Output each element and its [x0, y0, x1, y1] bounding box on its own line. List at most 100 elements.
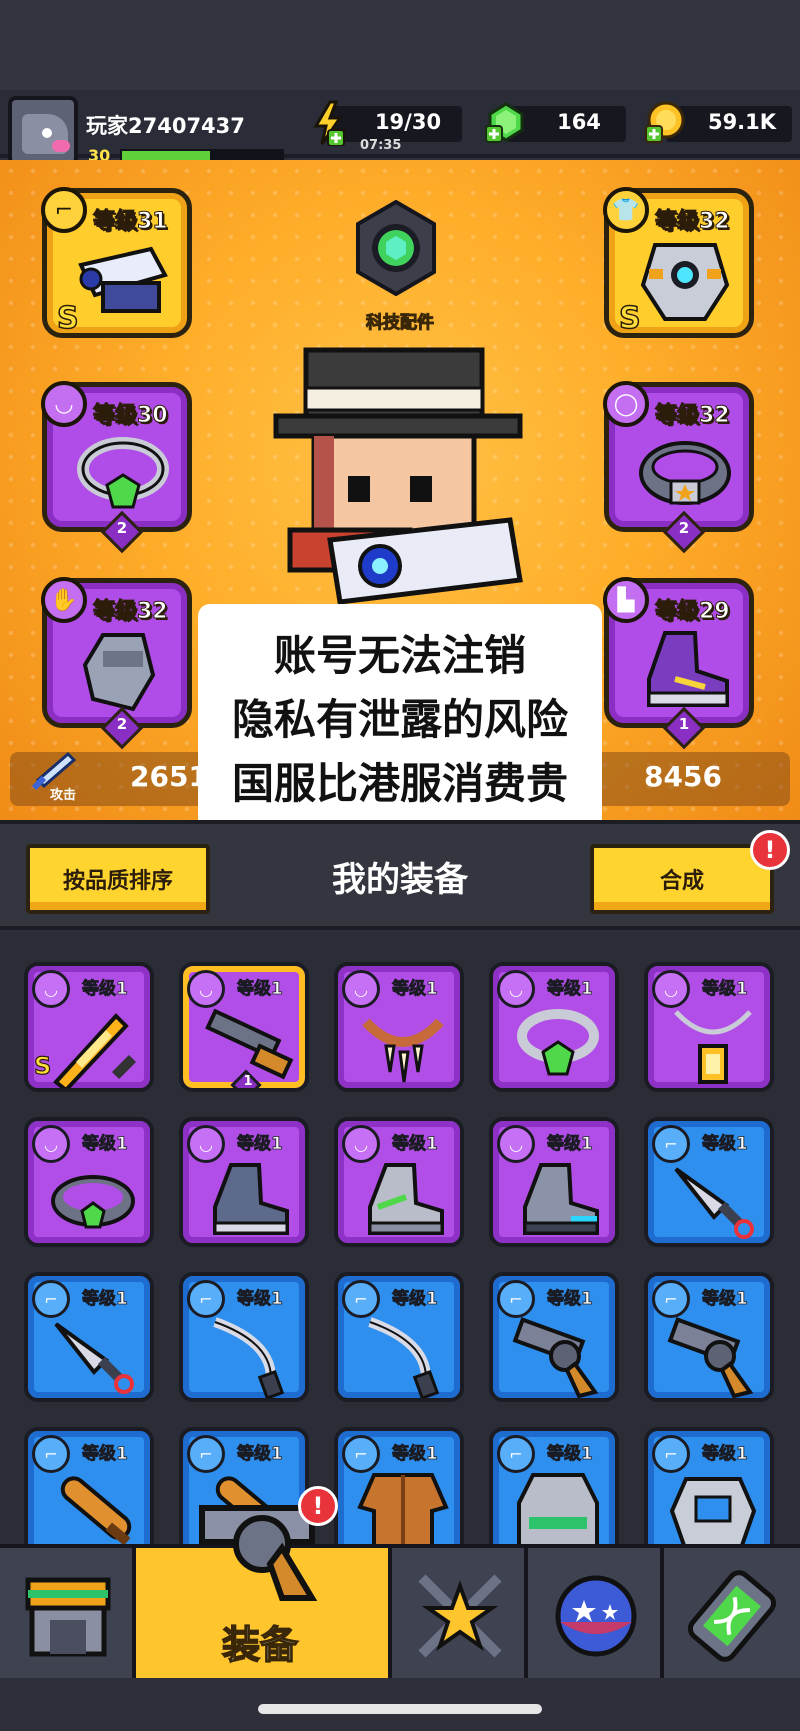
inventory-item-leather-jacket[interactable]: ⌐ 等级1	[334, 1427, 464, 1557]
dna-capsule-icon	[687, 1570, 777, 1662]
equipment-alert-badge: !	[298, 1486, 338, 1526]
shop-icon	[25, 1577, 111, 1657]
gem-ring-icon	[77, 437, 169, 509]
caption-line-3: 国服比港服消费贵	[231, 759, 568, 808]
hero-character[interactable]	[270, 340, 530, 640]
inventory-item-boots-green[interactable]: ◡ 等级1	[334, 1117, 464, 1247]
gear-slot-boots[interactable]: ▙ 等级29 1	[603, 577, 754, 750]
player-avatar[interactable]	[8, 96, 78, 166]
star-globe-icon	[555, 1575, 637, 1657]
inventory-item-revolver[interactable]: ⌐ 等级1	[644, 1272, 774, 1402]
boots-blue-icon	[523, 1163, 599, 1235]
item-level: 等级1	[392, 1289, 439, 1310]
inventory-item-sword[interactable]: ◡ 等级1 S	[24, 962, 154, 1092]
item-level: 等级1	[702, 1134, 749, 1155]
bat-icon	[60, 1476, 132, 1546]
item-level: 等级1	[547, 1134, 594, 1155]
inventory-item-gem-belt[interactable]: ◡ 等级1	[24, 1117, 154, 1247]
mech-armor-icon	[640, 243, 730, 321]
coins-value: 59.1K	[707, 110, 777, 134]
gear-slot-necklace[interactable]: ◡ 等级30 2	[41, 381, 192, 554]
kunai-icon	[674, 1167, 754, 1239]
gem-belt-icon	[51, 1175, 135, 1229]
nav-tab-heroes[interactable]	[392, 1548, 528, 1678]
attack-value: 2651	[130, 760, 208, 793]
revolver-icon	[512, 1317, 599, 1398]
item-level: 等级1	[702, 1289, 749, 1310]
inventory-item-lantern-necklace[interactable]: ◡ 等级1	[644, 962, 774, 1092]
armor-icon	[669, 1477, 757, 1553]
katana-icon	[213, 1317, 285, 1398]
slot-stars: 2	[678, 519, 690, 537]
equipment-title: 我的装备	[332, 860, 468, 900]
sneaker-icon	[647, 631, 729, 707]
caption-line-1: 账号无法注销	[273, 631, 526, 680]
item-level: 等级1	[547, 979, 594, 1000]
inventory-grid: ◡ 等级1 S ◡ 等级1 1 ◡ 等级1 ◡ 等级1 ◡ 等级1 ◡ 等级1 ◡ 等级1 ◡ 等级1 ◡ 等级1 ⌐ 等…	[0, 934, 800, 1557]
inventory-item-boots-grey[interactable]: ◡ 等级1	[179, 1117, 309, 1247]
tech-chip-icon[interactable]	[354, 200, 438, 296]
gear-slot-weapon[interactable]: ⌐ 等级31 S	[41, 187, 192, 338]
attack-label: 攻击	[50, 788, 77, 803]
slot-level: 等级30	[93, 403, 169, 429]
caption-line-2: 隐私有泄露的风险	[231, 695, 568, 744]
item-level: 等级1	[82, 979, 129, 1000]
item-level: 等级1	[392, 1444, 439, 1465]
glove-slot-icon: ✋	[41, 577, 87, 623]
gear-slot-belt[interactable]: ◯ 等级32 2	[603, 381, 754, 554]
lantern-necklace-icon	[674, 1010, 752, 1084]
inventory-item-fang-necklace[interactable]: ◡ 等级1	[334, 962, 464, 1092]
slot-level: 等级32	[93, 599, 169, 625]
boots-green-icon	[368, 1163, 444, 1235]
coin-plus-icon[interactable]	[644, 100, 688, 144]
defense-value: 8456	[644, 760, 722, 793]
inventory-item-katana[interactable]: ⌐ 等级1	[179, 1272, 309, 1402]
gauntlet-icon	[82, 633, 156, 712]
inventory-item-kunai[interactable]: ⌐ 等级1	[644, 1117, 774, 1247]
lightning-plus-icon[interactable]	[310, 100, 346, 146]
slot-level: 等级31	[93, 209, 169, 235]
inventory-item-gem-ring[interactable]: ◡ 等级1	[489, 962, 619, 1092]
item-level: 等级1	[237, 1134, 284, 1155]
inventory-item-revolver[interactable]: ⌐ 等级1	[489, 1272, 619, 1402]
inventory-item-armor[interactable]: ⌐ 等级1	[644, 1427, 774, 1557]
necklace-slot-icon: ◡	[41, 381, 87, 427]
crossed-swords-star-icon	[418, 1574, 502, 1658]
item-level: 等级1	[82, 1444, 129, 1465]
inventory-item-kunai[interactable]: ⌐ 等级1	[24, 1272, 154, 1402]
sword-icon	[53, 1013, 137, 1088]
nav-equipment-label: 装备	[221, 1622, 299, 1668]
inventory-item-shotgun[interactable]: ◡ 等级1 1	[179, 962, 309, 1092]
inventory-item-katana[interactable]: ⌐ 等级1	[334, 1272, 464, 1402]
item-level: 等级1	[82, 1289, 129, 1310]
gear-slot-armor[interactable]: 👕 等级32 S	[603, 187, 754, 338]
slot-level: 等级29	[655, 599, 731, 625]
kunai-icon	[54, 1322, 134, 1394]
merge-button[interactable]: 合成	[590, 844, 774, 914]
nav-tab-shop[interactable]	[0, 1548, 136, 1678]
top-spacer	[0, 0, 800, 90]
item-level: 等级1	[547, 1289, 594, 1310]
gem-plus-icon[interactable]	[484, 100, 528, 144]
fang-necklace-icon	[362, 1018, 444, 1083]
inventory-item-bat[interactable]: ⌐ 等级1	[24, 1427, 154, 1557]
item-level: 等级1	[392, 979, 439, 1000]
merge-alert-badge: !	[750, 830, 790, 870]
avatar-eye	[42, 128, 52, 138]
blaster-weapon-icon	[78, 246, 168, 313]
inventory-item-boots-blue[interactable]: ◡ 等级1	[489, 1117, 619, 1247]
boot-slot-icon: ▙	[603, 577, 649, 623]
player-name: 玩家27407437	[86, 114, 245, 138]
avatar-snout	[52, 140, 70, 152]
sort-by-quality-button[interactable]: 按品质排序	[26, 844, 210, 914]
gems-value: 164	[557, 110, 601, 134]
boots-grey-icon	[213, 1163, 289, 1235]
nav-tab-lab[interactable]	[664, 1548, 800, 1678]
inventory-item-vest[interactable]: ⌐ 等级1	[489, 1427, 619, 1557]
item-level: 等级1	[237, 979, 284, 1000]
item-level: 等级1	[237, 1289, 284, 1310]
nav-tab-events[interactable]	[528, 1548, 664, 1678]
gear-slot-gloves[interactable]: ✋ 等级32 2	[41, 577, 192, 750]
weapon-slot-icon: ⌐	[41, 187, 87, 233]
energy-timer: 07:35	[360, 138, 402, 153]
